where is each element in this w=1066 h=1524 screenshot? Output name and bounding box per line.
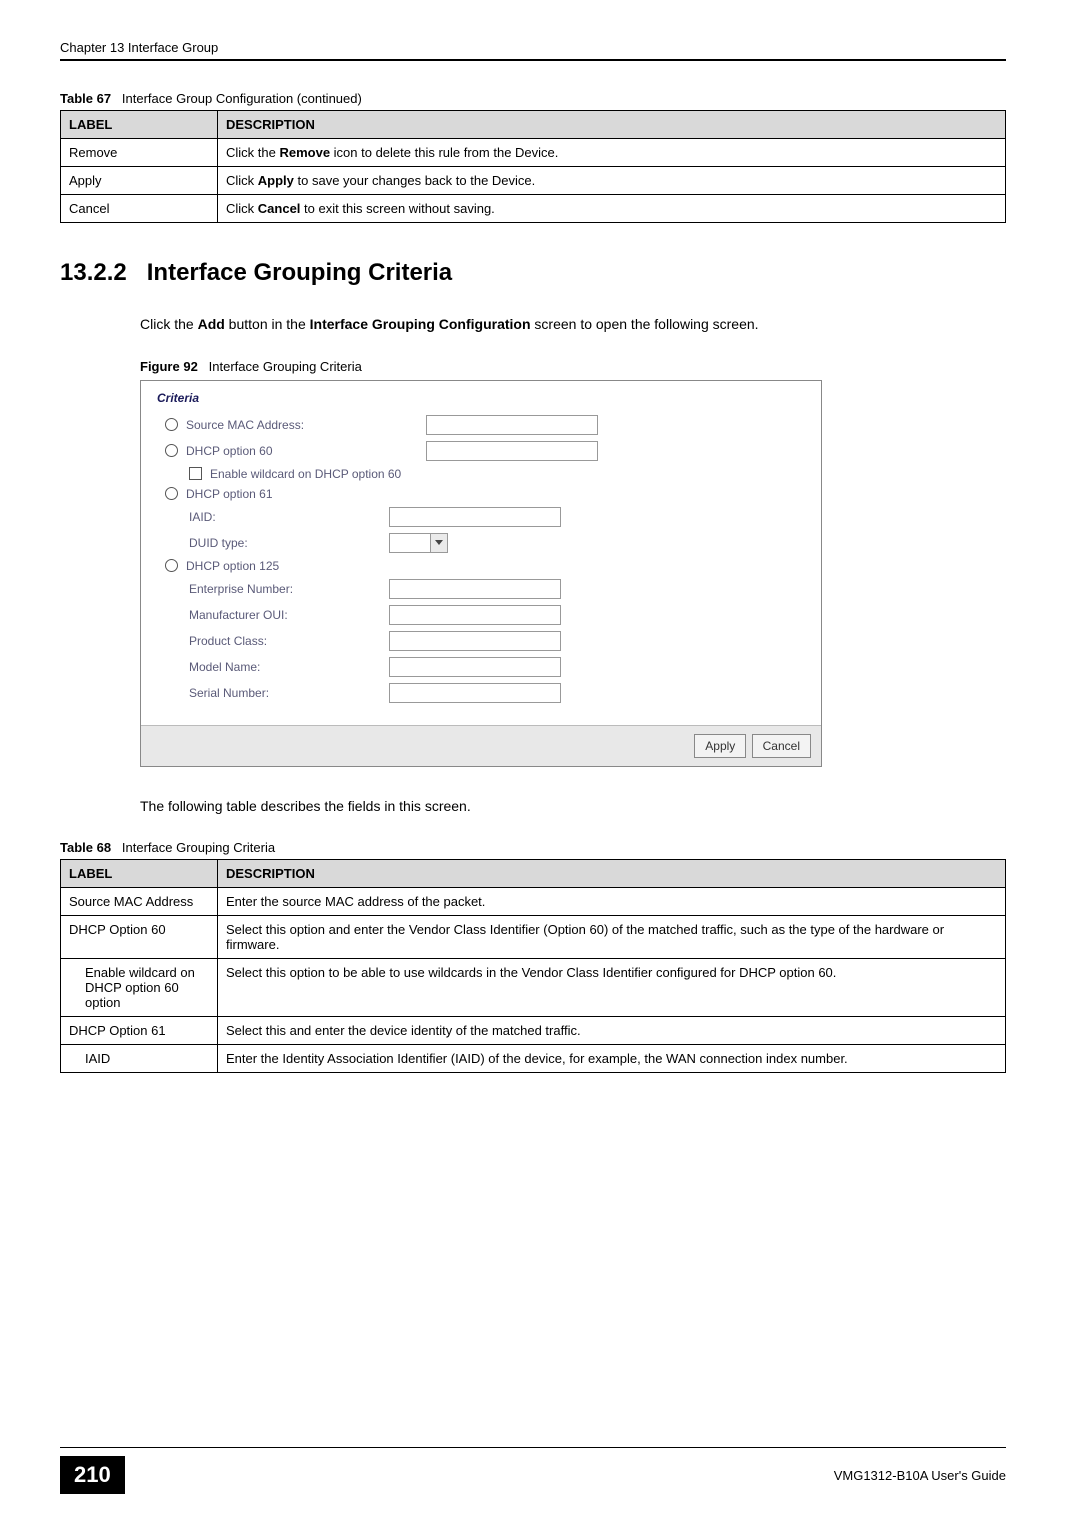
table-row: DHCP Option 61 Select this and enter the…	[61, 1017, 1006, 1045]
figure-number: Figure 92	[140, 359, 198, 374]
criteria-label: Enable wildcard on DHCP option 60	[210, 467, 401, 481]
table-row: Remove Click the Remove icon to delete t…	[61, 139, 1006, 167]
table-row: DHCP Option 60 Select this option and en…	[61, 916, 1006, 959]
source-mac-input[interactable]	[426, 415, 598, 435]
t67-r2-desc: Click Cancel to exit this screen without…	[218, 195, 1006, 223]
table68-number: Table 68	[60, 840, 111, 855]
apply-button[interactable]: Apply	[694, 734, 746, 758]
manufacturer-input[interactable]	[389, 605, 561, 625]
radio-icon[interactable]	[165, 487, 178, 500]
table67-header-desc: DESCRIPTION	[218, 111, 1006, 139]
t67-r0-bold: Remove	[279, 145, 330, 160]
t67-r0-desc: Click the Remove icon to delete this rul…	[218, 139, 1006, 167]
criteria-label: Enterprise Number:	[189, 582, 389, 596]
table68-header-desc: DESCRIPTION	[218, 860, 1006, 888]
running-header: Chapter 13 Interface Group	[60, 40, 1006, 55]
enterprise-input[interactable]	[389, 579, 561, 599]
figure-title: Interface Grouping Criteria	[209, 359, 362, 374]
header-rule	[60, 59, 1006, 61]
t68-r3-desc: Select this and enter the device identit…	[218, 1017, 1006, 1045]
table-row: Source MAC Address Enter the source MAC …	[61, 888, 1006, 916]
criteria-subrow: Model Name:	[189, 657, 805, 677]
criteria-row: DHCP option 60	[157, 441, 805, 461]
criteria-subrow: Enable wildcard on DHCP option 60	[157, 467, 805, 481]
criteria-row: DHCP option 61	[157, 487, 805, 501]
section-title: Interface Grouping Criteria	[147, 259, 452, 286]
table67-title: Interface Group Configuration (continued…	[122, 91, 362, 106]
table-row: IAID Enter the Identity Association Iden…	[61, 1045, 1006, 1073]
figure-caption: Figure 92 Interface Grouping Criteria	[140, 359, 1006, 374]
duid-select[interactable]	[389, 533, 431, 553]
guide-title: VMG1312-B10A User's Guide	[834, 1468, 1006, 1483]
t68-r0-desc: Enter the source MAC address of the pack…	[218, 888, 1006, 916]
table67-caption: Table 67 Interface Group Configuration (…	[60, 91, 1006, 106]
criteria-label: Manufacturer OUI:	[189, 608, 389, 622]
criteria-label: Serial Number:	[189, 686, 389, 700]
t68-r4-label: IAID	[61, 1045, 218, 1073]
page-number: 210	[60, 1456, 125, 1494]
criteria-label: DHCP option 60	[186, 444, 386, 458]
model-name-input[interactable]	[389, 657, 561, 677]
criteria-subrow: Enterprise Number:	[189, 579, 805, 599]
table-row: Cancel Click Cancel to exit this screen …	[61, 195, 1006, 223]
t68-r3-label: DHCP Option 61	[61, 1017, 218, 1045]
criteria-label: IAID:	[189, 510, 389, 524]
table68: LABEL DESCRIPTION Source MAC Address Ent…	[60, 859, 1006, 1073]
table68-caption: Table 68 Interface Grouping Criteria	[60, 840, 1006, 855]
t68-r2-label: Enable wildcard on DHCP option 60 option	[61, 959, 218, 1017]
table67: LABEL DESCRIPTION Remove Click the Remov…	[60, 110, 1006, 223]
figure-box: Criteria Source MAC Address: DHCP option…	[140, 380, 822, 767]
t67-r0-label: Remove	[61, 139, 218, 167]
table68-title: Interface Grouping Criteria	[122, 840, 275, 855]
table68-header-label: LABEL	[61, 860, 218, 888]
table-row: Apply Click Apply to save your changes b…	[61, 167, 1006, 195]
serial-input[interactable]	[389, 683, 561, 703]
t67-r2-label: Cancel	[61, 195, 218, 223]
criteria-label: DHCP option 125	[186, 559, 279, 573]
criteria-label: Source MAC Address:	[186, 418, 386, 432]
cancel-button[interactable]: Cancel	[752, 734, 811, 758]
section-intro: Click the Add button in the Interface Gr…	[140, 315, 1006, 335]
t67-r1-label: Apply	[61, 167, 218, 195]
radio-icon[interactable]	[165, 418, 178, 431]
criteria-label: Product Class:	[189, 634, 389, 648]
criteria-subrow: IAID:	[189, 507, 805, 527]
criteria-subrow: Manufacturer OUI:	[189, 605, 805, 625]
table67-header-label: LABEL	[61, 111, 218, 139]
t67-r2-bold: Cancel	[258, 201, 301, 216]
t68-r4-desc: Enter the Identity Association Identifie…	[218, 1045, 1006, 1073]
criteria-title: Criteria	[157, 391, 805, 405]
t68-r2-desc: Select this option to be able to use wil…	[218, 959, 1006, 1017]
figure-footer: Apply Cancel	[141, 725, 821, 766]
criteria-row: DHCP option 125	[157, 559, 805, 573]
iaid-input[interactable]	[389, 507, 561, 527]
dhcp60-input[interactable]	[426, 441, 598, 461]
criteria-label: Model Name:	[189, 660, 389, 674]
intro-bold2: Interface Grouping Configuration	[310, 316, 531, 332]
criteria-label: DUID type:	[189, 536, 389, 550]
intro-bold1: Add	[198, 316, 225, 332]
section-heading: 13.2.2 Interface Grouping Criteria	[60, 259, 1006, 287]
section-number: 13.2.2	[60, 259, 127, 286]
chevron-down-icon[interactable]	[431, 533, 448, 553]
t68-r1-desc: Select this option and enter the Vendor …	[218, 916, 1006, 959]
table67-number: Table 67	[60, 91, 111, 106]
t68-r1-label: DHCP Option 60	[61, 916, 218, 959]
radio-icon[interactable]	[165, 559, 178, 572]
table68-intro: The following table describes the fields…	[140, 797, 1006, 817]
product-class-input[interactable]	[389, 631, 561, 651]
table-row: Enable wildcard on DHCP option 60 option…	[61, 959, 1006, 1017]
checkbox-icon[interactable]	[189, 467, 202, 480]
criteria-label: DHCP option 61	[186, 487, 273, 501]
criteria-row: Source MAC Address:	[157, 415, 805, 435]
t67-r1-bold: Apply	[258, 173, 294, 188]
page-footer: 210 VMG1312-B10A User's Guide	[60, 1447, 1006, 1494]
criteria-subrow: Serial Number:	[189, 683, 805, 703]
criteria-subrow: Product Class:	[189, 631, 805, 651]
t67-r1-desc: Click Apply to save your changes back to…	[218, 167, 1006, 195]
criteria-subrow: DUID type:	[189, 533, 805, 553]
t68-r0-label: Source MAC Address	[61, 888, 218, 916]
radio-icon[interactable]	[165, 444, 178, 457]
